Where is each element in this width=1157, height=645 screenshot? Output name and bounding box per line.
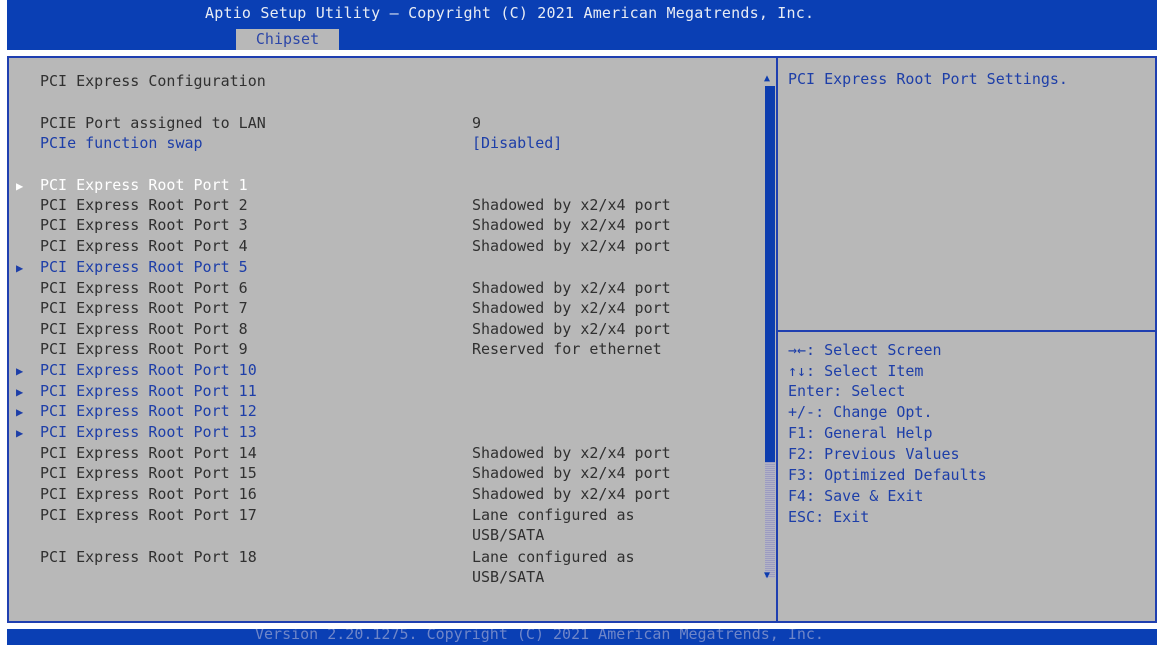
submenu-arrow-icon: ▶ bbox=[16, 385, 24, 399]
root-port-11[interactable]: PCI Express Root Port 11 bbox=[40, 382, 257, 400]
key-help-optimized-defaults: F3: Optimized Defaults bbox=[788, 466, 987, 484]
root-port-18: PCI Express Root Port 18 bbox=[40, 548, 257, 566]
function-swap-value[interactable]: [Disabled] bbox=[472, 134, 562, 152]
root-port-9: PCI Express Root Port 9 bbox=[40, 340, 248, 358]
root-port-8-status: Shadowed by x2/x4 port bbox=[472, 320, 671, 338]
root-port-14: PCI Express Root Port 14 bbox=[40, 444, 257, 462]
root-port-5[interactable]: PCI Express Root Port 5 bbox=[40, 258, 248, 276]
key-help-previous-values: F2: Previous Values bbox=[788, 445, 960, 463]
scroll-up-arrow-icon[interactable]: ▲ bbox=[764, 73, 770, 84]
key-help-change-opt: +/-: Change Opt. bbox=[788, 403, 933, 421]
root-port-13[interactable]: PCI Express Root Port 13 bbox=[40, 423, 257, 441]
scroll-down-arrow-icon[interactable]: ▼ bbox=[764, 570, 770, 581]
root-port-4: PCI Express Root Port 4 bbox=[40, 237, 248, 255]
root-port-17-status-cont: USB/SATA bbox=[472, 526, 545, 544]
submenu-arrow-icon: ▶ bbox=[16, 261, 24, 275]
key-help-enter: Enter: Select bbox=[788, 382, 906, 400]
lan-port-label: PCIE Port assigned to LAN bbox=[40, 114, 266, 132]
root-port-16-status: Shadowed by x2/x4 port bbox=[472, 485, 671, 503]
root-port-7: PCI Express Root Port 7 bbox=[40, 299, 248, 317]
root-port-8: PCI Express Root Port 8 bbox=[40, 320, 248, 338]
root-port-6-status: Shadowed by x2/x4 port bbox=[472, 279, 671, 297]
root-port-15: PCI Express Root Port 15 bbox=[40, 464, 257, 482]
panel-divider bbox=[776, 56, 778, 623]
root-port-3-status: Shadowed by x2/x4 port bbox=[472, 216, 671, 234]
submenu-arrow-icon: ▶ bbox=[16, 179, 24, 193]
scrollbar-thumb[interactable] bbox=[765, 86, 775, 462]
section-title: PCI Express Configuration bbox=[40, 72, 266, 90]
root-port-14-status: Shadowed by x2/x4 port bbox=[472, 444, 671, 462]
root-port-18-status-cont: USB/SATA bbox=[472, 568, 545, 586]
help-divider bbox=[778, 330, 1157, 332]
key-help-general-help: F1: General Help bbox=[788, 424, 933, 442]
function-swap-label[interactable]: PCIe function swap bbox=[40, 134, 203, 152]
submenu-arrow-icon: ▶ bbox=[16, 405, 24, 419]
root-port-12[interactable]: PCI Express Root Port 12 bbox=[40, 402, 257, 420]
help-description: PCI Express Root Port Settings. bbox=[788, 70, 1068, 88]
root-port-9-status: Reserved for ethernet bbox=[472, 340, 662, 358]
root-port-17-status: Lane configured as bbox=[472, 506, 635, 524]
root-port-4-status: Shadowed by x2/x4 port bbox=[472, 237, 671, 255]
key-help-select-screen: →←: Select Screen bbox=[788, 341, 942, 359]
root-port-1[interactable]: PCI Express Root Port 1 bbox=[40, 176, 248, 194]
submenu-arrow-icon: ▶ bbox=[16, 426, 24, 440]
key-help-esc-exit: ESC: Exit bbox=[788, 508, 870, 526]
root-port-18-status: Lane configured as bbox=[472, 548, 635, 566]
lan-port-value: 9 bbox=[472, 114, 482, 132]
root-port-17: PCI Express Root Port 17 bbox=[40, 506, 257, 524]
submenu-arrow-icon: ▶ bbox=[16, 364, 24, 378]
app-title: Aptio Setup Utility – Copyright (C) 2021… bbox=[205, 4, 815, 22]
root-port-3: PCI Express Root Port 3 bbox=[40, 216, 248, 234]
root-port-15-status: Shadowed by x2/x4 port bbox=[472, 464, 671, 482]
tab-chipset[interactable]: Chipset bbox=[236, 29, 339, 50]
root-port-6: PCI Express Root Port 6 bbox=[40, 279, 248, 297]
root-port-2-status: Shadowed by x2/x4 port bbox=[472, 196, 671, 214]
root-port-16: PCI Express Root Port 16 bbox=[40, 485, 257, 503]
root-port-10[interactable]: PCI Express Root Port 10 bbox=[40, 361, 257, 379]
root-port-2: PCI Express Root Port 2 bbox=[40, 196, 248, 214]
key-help-select-item: ↑↓: Select Item bbox=[788, 362, 924, 380]
key-help-save-exit: F4: Save & Exit bbox=[788, 487, 924, 505]
version-text: Version 2.20.1275. Copyright (C) 2021 Am… bbox=[255, 629, 824, 643]
root-port-7-status: Shadowed by x2/x4 port bbox=[472, 299, 671, 317]
title-bar: Aptio Setup Utility – Copyright (C) 2021… bbox=[7, 0, 1157, 50]
footer-bar: Version 2.20.1275. Copyright (C) 2021 Am… bbox=[7, 629, 1157, 645]
